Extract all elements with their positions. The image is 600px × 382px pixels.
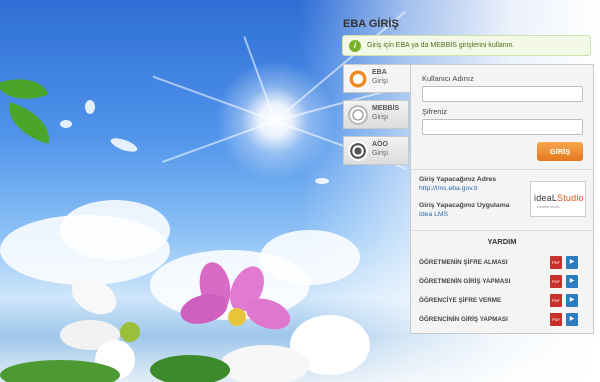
video-icon[interactable]: ▶ (566, 256, 578, 269)
eba-logo-icon (348, 69, 368, 89)
leaf (1, 102, 57, 144)
grass (0, 360, 120, 382)
meb-emblem-icon (348, 105, 368, 125)
help-row: ÖĞRETMENİN ŞİFRE ALMASI PDF ▶ (419, 256, 589, 269)
divider (411, 230, 593, 231)
help-title: YARDIM (487, 237, 517, 246)
petal-drift (85, 100, 95, 114)
video-icon[interactable]: ▶ (566, 313, 578, 326)
cloud (60, 200, 170, 260)
tab-aoo-login[interactable]: AÖO Girişi (343, 136, 409, 165)
help-item-label: ÖĞRENCİYE ŞİFRE VERME (419, 297, 502, 304)
login-form: Kullanıcı Adınız Şifreniz GİRİŞ Giriş Ya… (410, 64, 594, 334)
username-label: Kullanıcı Adınız (422, 74, 474, 83)
help-row: ÖĞRETMENİN GİRİŞ YAPMASI PDF ▶ (419, 275, 589, 288)
leaf (0, 68, 49, 110)
address-link[interactable]: http://lms.eba.gov.tr (419, 185, 478, 192)
logo-text: ideaLStudio (534, 193, 584, 203)
tab-label: MEBBİS (372, 105, 400, 112)
pdf-icon[interactable]: PDF (550, 275, 562, 288)
flower-petal (220, 345, 310, 382)
tab-sublabel: Girişi (372, 114, 388, 121)
help-row: ÖĞRENCİYE ŞİFRE VERME PDF ▶ (419, 294, 589, 307)
pdf-icon[interactable]: PDF (550, 313, 562, 326)
tab-label: AÖO (372, 141, 388, 148)
page-title: EBA GİRİŞ (343, 18, 399, 30)
password-label: Şifreniz (422, 107, 448, 116)
help-item-label: ÖĞRETMENİN GİRİŞ YAPMASI (419, 278, 511, 285)
video-icon[interactable]: ▶ (566, 275, 578, 288)
login-button[interactable]: GİRİŞ (537, 142, 583, 161)
info-icon: i (349, 40, 361, 52)
help-item-label: ÖĞRETMENİN ŞİFRE ALMASI (419, 259, 508, 266)
address-label: Giriş Yapacağınız Adres (419, 176, 497, 183)
aoo-logo-icon (348, 141, 368, 161)
logo-tagline: creative studio (537, 205, 560, 209)
petal-drift (109, 135, 139, 155)
tab-mebbis-login[interactable]: MEBBİS Girişi (343, 100, 409, 129)
video-icon[interactable]: ▶ (566, 294, 578, 307)
application-label: Giriş Yapacağınız Uygulama (419, 202, 510, 209)
username-input[interactable] (422, 86, 583, 102)
tab-eba-login[interactable]: EBA Girişi (343, 64, 411, 93)
pdf-icon[interactable]: PDF (550, 294, 562, 307)
pdf-icon[interactable]: PDF (550, 256, 562, 269)
help-row: ÖĞRENCİNİN GİRİŞ YAPMASI PDF ▶ (419, 313, 589, 326)
petal-drift (60, 120, 72, 128)
flower-center (120, 322, 140, 342)
help-item-label: ÖĞRENCİNİN GİRİŞ YAPMASI (419, 316, 508, 323)
tab-sublabel: Girişi (372, 150, 388, 157)
password-input[interactable] (422, 119, 583, 135)
flower-center (228, 308, 246, 326)
application-value: Idea LMS (419, 211, 449, 218)
idealstudio-logo: ideaLStudio creative studio (530, 181, 586, 217)
grass (150, 355, 230, 382)
divider (411, 169, 593, 170)
notice-text: Giriş için EBA ya da MEBBİS girişlerini … (367, 42, 515, 49)
login-panel: EBA GİRİŞ i Giriş için EBA ya da MEBBİS … (340, 0, 595, 382)
info-notice: i Giriş için EBA ya da MEBBİS girişlerin… (342, 35, 591, 56)
tab-sublabel: Girişi (372, 78, 388, 85)
tab-label: EBA (372, 69, 387, 76)
